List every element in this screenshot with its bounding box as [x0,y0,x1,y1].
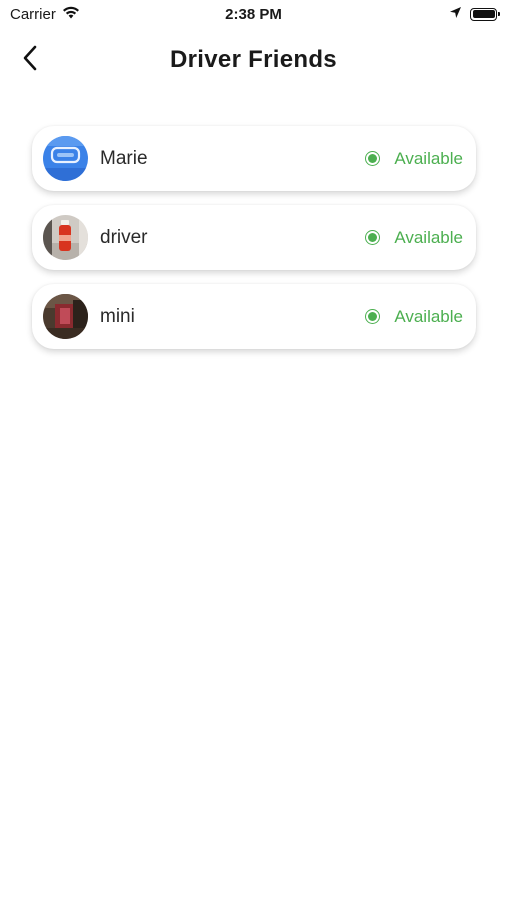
avatar [43,215,88,260]
friend-name: Marie [100,147,148,169]
list-item[interactable]: driver Available [32,205,476,270]
status-text: Available [394,227,463,247]
status-text: Available [394,148,463,168]
list-item[interactable]: Marie Available [32,126,476,191]
page-title: Driver Friends [170,46,337,73]
screen: Carrier 2:38 PM Driver Friends Marie Ava… [0,0,507,900]
avatar [43,136,88,181]
friend-list: Marie Available driver Available mini Av… [32,126,476,363]
status-dot-icon [365,309,381,324]
location-arrow-icon [449,6,462,23]
status-left: Carrier [10,6,80,23]
status-dot-icon [365,151,381,166]
dark-photo-avatar [43,294,88,339]
friend-name: mini [100,305,135,327]
avatar [43,294,88,339]
battery-icon [470,7,500,21]
carrier-label: Carrier [10,5,56,23]
status-text: Available [394,306,463,326]
wifi-icon [62,6,80,23]
status-badge: Available [365,149,463,169]
status-dot-icon [365,230,381,245]
blue-avatar [43,136,88,181]
status-badge: Available [365,228,463,248]
status-bar: Carrier 2:38 PM [0,0,507,28]
status-badge: Available [365,307,463,327]
friend-name: driver [100,226,148,248]
bottle-photo-avatar [43,215,88,260]
nav-bar: Driver Friends [0,36,507,84]
list-item[interactable]: mini Available [32,284,476,349]
status-right [449,6,500,23]
